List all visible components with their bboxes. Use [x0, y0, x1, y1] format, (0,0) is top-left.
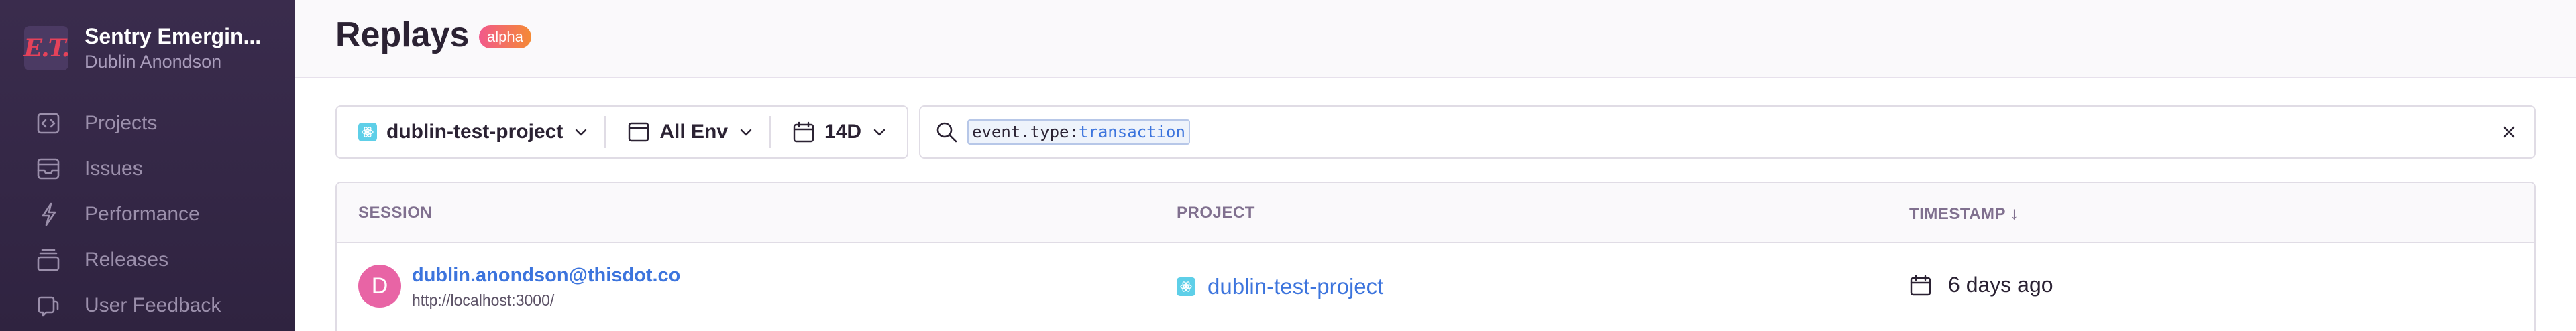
calendar-icon — [1910, 275, 1931, 295]
session-user-link[interactable]: dublin.anondson@thisdot.co — [412, 265, 680, 287]
sidebar: E.T. Sentry Emergin... Dublin Anondson P… — [0, 0, 295, 331]
sidebar-item-label: Performance — [85, 203, 200, 225]
replays-content: dublin-test-project All Env 14D event.ty… — [295, 78, 2576, 331]
chevron-down-icon — [576, 129, 587, 136]
column-header-session: SESSION — [358, 204, 433, 222]
performance-icon — [42, 202, 56, 226]
session-url: http://localhost:3000/ — [412, 291, 555, 309]
sidebar-item-projects[interactable]: Projects — [0, 101, 295, 146]
sidebar-item-user-feedback[interactable]: User Feedback — [0, 283, 295, 328]
sort-arrow-down-icon: ↓ — [2010, 203, 2019, 223]
calendar-icon — [793, 121, 814, 143]
main-content: Replays alpha dublin-test-project All En… — [295, 0, 2576, 331]
user-feedback-icon — [38, 296, 59, 317]
column-header-timestamp-label: TIMESTAMP — [1909, 205, 2006, 223]
org-logo-text: E.T. — [23, 34, 70, 62]
row-project-name: dublin-test-project — [1208, 274, 1384, 299]
page-header: Replays alpha — [295, 0, 2576, 78]
replays-table: SESSION PROJECT TIMESTAMP ↓ D dublin.anon… — [335, 182, 2536, 331]
search-token-value: transaction — [1078, 123, 1185, 141]
column-header-timestamp[interactable]: TIMESTAMP ↓ — [1909, 183, 2019, 243]
environment-filter[interactable]: All Env — [604, 116, 769, 148]
org-user: Dublin Anondson — [85, 52, 222, 72]
alpha-badge: alpha — [479, 25, 531, 48]
chevron-down-icon — [740, 129, 752, 136]
react-project-icon — [358, 123, 377, 141]
issues-icon — [37, 158, 60, 180]
row-timestamp: 6 days ago — [1909, 273, 2053, 297]
table-row[interactable]: D dublin.anondson@thisdot.co http://loca… — [337, 243, 2534, 330]
project-filter[interactable]: dublin-test-project — [337, 107, 604, 157]
table-header: SESSION PROJECT TIMESTAMP ↓ — [337, 183, 2534, 243]
avatar: D — [358, 265, 401, 308]
close-icon[interactable] — [2497, 120, 2521, 144]
react-project-icon — [1177, 277, 1195, 296]
sidebar-item-releases[interactable]: Releases — [0, 237, 295, 283]
org-name: Sentry Emergin... — [85, 24, 262, 48]
org-switcher[interactable]: E.T. Sentry Emergin... Dublin Anondson — [23, 24, 262, 72]
sidebar-item-issues[interactable]: Issues — [0, 146, 295, 192]
page-filter-bar: dublin-test-project All Env 14D — [335, 105, 908, 159]
row-project-link[interactable]: dublin-test-project — [1177, 274, 1383, 300]
sidebar-item-label: User Feedback — [85, 294, 221, 316]
page-title: Replays — [335, 15, 470, 54]
date-range-filter-label: 14D — [824, 121, 862, 143]
sidebar-item-label: Projects — [85, 112, 158, 134]
row-timestamp-value: 6 days ago — [1948, 273, 2053, 297]
column-header-project: PROJECT — [1177, 204, 1255, 222]
search-token-key: event.type: — [972, 123, 1079, 141]
sidebar-item-label: Issues — [85, 157, 143, 180]
chevron-down-icon — [873, 129, 885, 136]
window-icon — [629, 122, 649, 142]
project-filter-label: dublin-test-project — [386, 121, 564, 143]
date-range-filter[interactable]: 14D — [769, 116, 903, 148]
projects-icon — [37, 113, 60, 134]
releases-icon — [37, 249, 60, 271]
sidebar-item-label: Releases — [85, 249, 169, 271]
sidebar-item-performance[interactable]: Performance — [0, 192, 295, 237]
sidebar-nav: Projects Issues Performance Releases Use… — [0, 101, 295, 328]
environment-filter-label: All Env — [659, 121, 729, 143]
org-logo: E.T. — [23, 26, 70, 70]
search-icon — [936, 122, 957, 143]
search-bar[interactable]: event.type:transaction — [919, 105, 2536, 159]
search-token[interactable]: event.type:transaction — [967, 119, 1190, 145]
